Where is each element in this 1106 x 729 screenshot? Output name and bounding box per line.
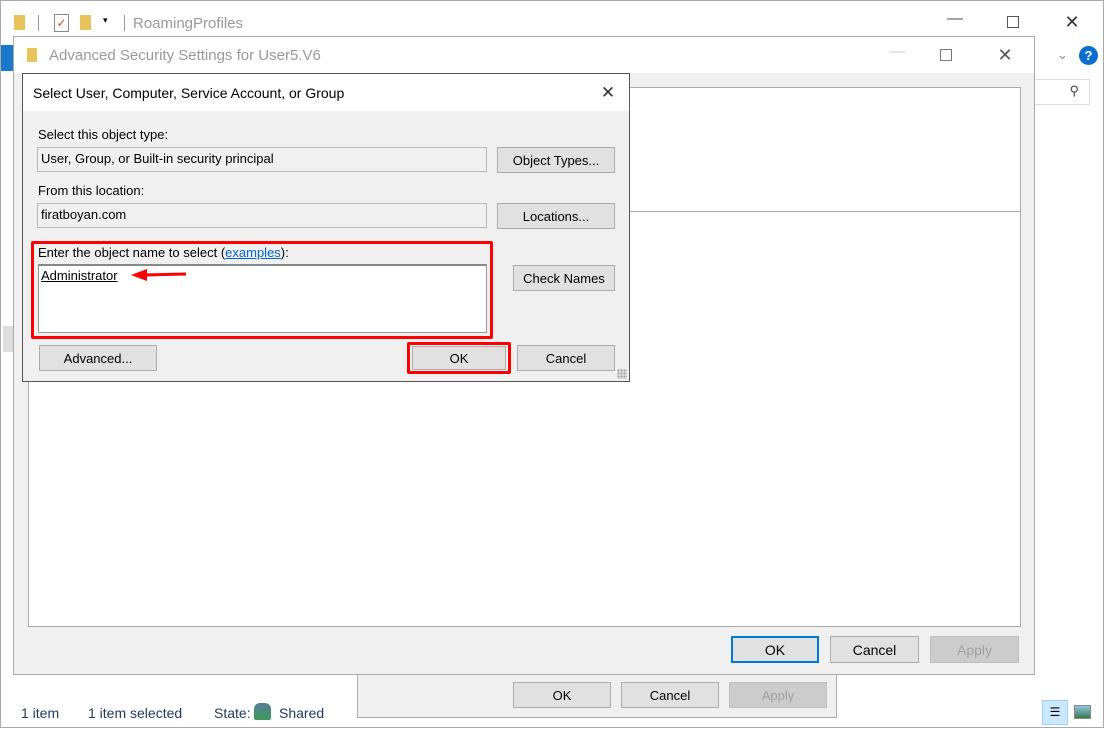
object-name-value: Administrator (41, 268, 118, 283)
help-icon[interactable]: ? (1079, 46, 1098, 65)
check-names-button[interactable]: Check Names (513, 265, 615, 291)
large-icons-view-button[interactable] (1074, 705, 1091, 719)
properties-check-icon[interactable]: ✓ (54, 14, 69, 32)
status-state-label: State: (214, 705, 251, 721)
properties-apply-button: Apply (729, 682, 827, 708)
window-title: RoamingProfiles (133, 15, 244, 32)
advanced-apply-button: Apply (930, 636, 1019, 663)
new-folder-icon[interactable] (80, 15, 91, 30)
resize-grip-icon[interactable] (617, 369, 627, 379)
search-icon: ⚲ (1069, 83, 1079, 98)
object-type-label: Select this object type: (38, 127, 169, 142)
label-suffix: ): (280, 245, 289, 260)
select-ok-button[interactable]: OK (412, 346, 506, 370)
select-dialog: Select User, Computer, Service Account, … (22, 73, 630, 382)
customize-toolbar-icon[interactable]: ▾ (103, 15, 108, 26)
close-icon[interactable]: ✕ (598, 83, 618, 103)
separator (124, 15, 125, 31)
object-types-button[interactable]: Object Types... (497, 147, 615, 173)
separator (38, 15, 39, 31)
object-type-field: User, Group, or Built-in security princi… (37, 147, 487, 172)
select-dialog-title: Select User, Computer, Service Account, … (33, 85, 345, 101)
maximize-icon[interactable] (940, 49, 952, 61)
minimize-icon[interactable]: — (945, 10, 965, 28)
examples-link[interactable]: examples (225, 245, 281, 260)
properties-ok-button[interactable]: OK (513, 682, 611, 708)
advanced-ok-button[interactable]: OK (731, 636, 819, 663)
search-box[interactable]: ⚲ (1034, 79, 1090, 105)
folder-icon (14, 15, 25, 30)
advanced-security-titlebar: Advanced Security Settings for User5.V6 … (14, 37, 1034, 73)
object-name-label: Enter the object name to select (example… (38, 245, 289, 260)
folder-icon (27, 48, 37, 62)
status-state-value: Shared (279, 705, 325, 721)
advanced-cancel-button[interactable]: Cancel (830, 636, 919, 663)
location-field: firatboyan.com (37, 203, 487, 228)
location-label: From this location: (38, 183, 145, 198)
close-icon[interactable]: ✕ (995, 45, 1015, 66)
advanced-button[interactable]: Advanced... (39, 345, 157, 371)
label-prefix: Enter the object name to select ( (38, 245, 226, 260)
status-items: 1 item (21, 705, 60, 721)
close-icon[interactable]: ✕ (1062, 12, 1082, 33)
red-arrow-annotation (131, 269, 187, 281)
object-name-input[interactable]: Administrator (38, 264, 487, 333)
select-cancel-button[interactable]: Cancel (517, 345, 615, 371)
shared-users-icon (254, 703, 271, 720)
minimize-icon[interactable]: — (887, 43, 907, 61)
properties-cancel-button[interactable]: Cancel (621, 682, 719, 708)
locations-button[interactable]: Locations... (497, 203, 615, 229)
status-selected: 1 item selected (88, 705, 183, 721)
select-dialog-titlebar: Select User, Computer, Service Account, … (23, 74, 629, 111)
maximize-icon[interactable] (1007, 16, 1019, 28)
ribbon-expand-icon[interactable]: ⌄ (1057, 47, 1068, 63)
advanced-security-title: Advanced Security Settings for User5.V6 (49, 47, 321, 64)
details-view-button[interactable]: ☰ (1042, 700, 1068, 725)
